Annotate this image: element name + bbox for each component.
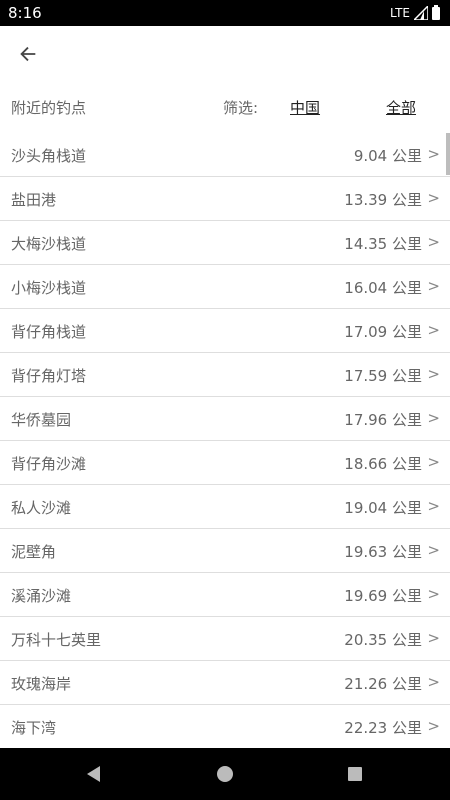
chevron-right-icon: >	[427, 673, 440, 691]
list-item[interactable]: 背仔角沙滩 18.66 公里 >	[0, 441, 450, 485]
list-item[interactable]: 背仔角栈道 17.09 公里 >	[0, 309, 450, 353]
spot-name: 玫瑰海岸	[11, 675, 72, 693]
spot-name: 私人沙滩	[11, 499, 72, 517]
spot-distance: 14.35 公里	[344, 235, 422, 253]
status-time: 8:16	[8, 4, 42, 22]
spot-name: 海下湾	[11, 719, 57, 737]
spot-distance: 9.04 公里	[353, 147, 422, 165]
spot-name: 万科十七英里	[11, 631, 102, 649]
arrow-left-icon	[20, 46, 36, 62]
nearby-spots-title: 附近的钓点	[11, 99, 87, 117]
chevron-right-icon: >	[427, 321, 440, 339]
spot-name: 背仔角灯塔	[11, 367, 87, 385]
spot-name: 小梅沙栈道	[11, 279, 87, 297]
chevron-right-icon: >	[427, 365, 440, 383]
spot-name: 溪涌沙滩	[11, 587, 72, 605]
filter-row: 附近的钓点 筛选: 中国 全部	[0, 82, 450, 132]
chevron-right-icon: >	[427, 145, 440, 163]
chevron-right-icon: >	[427, 233, 440, 251]
list-item[interactable]: 溪涌沙滩 19.69 公里 >	[0, 573, 450, 617]
spot-distance: 18.66 公里	[344, 455, 422, 473]
filter-label: 筛选:	[223, 99, 259, 117]
square-recents-icon[interactable]	[343, 762, 367, 786]
list-item[interactable]: 海下湾 22.23 公里 >	[0, 705, 450, 747]
list-item[interactable]: 万科十七英里 20.35 公里 >	[0, 617, 450, 661]
list-item[interactable]: 私人沙滩 19.04 公里 >	[0, 485, 450, 529]
spot-name: 沙头角栈道	[11, 147, 87, 165]
spot-list[interactable]: 沙头角栈道 9.04 公里 > 盐田港 13.39 公里 > 大梅沙栈道 14.…	[0, 133, 450, 747]
list-item[interactable]: 泥壁角 19.63 公里 >	[0, 529, 450, 573]
status-bar: 8:16 LTE	[0, 0, 450, 26]
spot-distance: 16.04 公里	[344, 279, 422, 297]
chevron-right-icon: >	[427, 453, 440, 471]
spot-distance: 19.63 公里	[344, 543, 422, 561]
scrollbar-thumb[interactable]	[446, 133, 450, 175]
back-button[interactable]	[10, 36, 46, 72]
spot-distance: 21.26 公里	[344, 675, 422, 693]
chevron-right-icon: >	[427, 717, 440, 735]
list-item[interactable]: 小梅沙栈道 16.04 公里 >	[0, 265, 450, 309]
spot-distance: 17.59 公里	[344, 367, 422, 385]
system-nav-bar	[0, 748, 450, 800]
chevron-right-icon: >	[427, 409, 440, 427]
spot-name: 背仔角栈道	[11, 323, 87, 341]
spot-distance: 19.04 公里	[344, 499, 422, 517]
spot-name: 华侨墓园	[11, 411, 72, 429]
chevron-right-icon: >	[427, 189, 440, 207]
list-item[interactable]: 盐田港 13.39 公里 >	[0, 177, 450, 221]
spot-distance: 17.09 公里	[344, 323, 422, 341]
battery-icon	[432, 5, 440, 20]
chevron-right-icon: >	[427, 629, 440, 647]
app-bar	[0, 26, 450, 82]
list-item[interactable]: 大梅沙栈道 14.35 公里 >	[0, 221, 450, 265]
signal-icon	[414, 5, 428, 20]
chevron-right-icon: >	[427, 277, 440, 295]
chevron-right-icon: >	[427, 585, 440, 603]
spot-distance: 17.96 公里	[344, 411, 422, 429]
list-item[interactable]: 华侨墓园 17.96 公里 >	[0, 397, 450, 441]
status-icons: LTE	[390, 5, 440, 20]
filter-option-china[interactable]: 中国	[290, 97, 320, 118]
list-item[interactable]: 沙头角栈道 9.04 公里 >	[0, 133, 450, 177]
spot-name: 盐田港	[11, 191, 57, 209]
spot-name: 大梅沙栈道	[11, 235, 87, 253]
spot-name: 泥壁角	[11, 543, 57, 561]
spot-distance: 20.35 公里	[344, 631, 422, 649]
chevron-right-icon: >	[427, 497, 440, 515]
spot-distance: 19.69 公里	[344, 587, 422, 605]
spot-name: 背仔角沙滩	[11, 455, 87, 473]
list-item[interactable]: 玫瑰海岸 21.26 公里 >	[0, 661, 450, 705]
list-item[interactable]: 背仔角灯塔 17.59 公里 >	[0, 353, 450, 397]
spot-distance: 22.23 公里	[344, 719, 422, 737]
spot-distance: 13.39 公里	[344, 191, 422, 209]
triangle-back-icon[interactable]	[82, 762, 106, 786]
filter-option-all[interactable]: 全部	[386, 97, 416, 118]
network-type: LTE	[390, 5, 410, 20]
chevron-right-icon: >	[427, 541, 440, 559]
circle-home-icon[interactable]	[213, 762, 237, 786]
